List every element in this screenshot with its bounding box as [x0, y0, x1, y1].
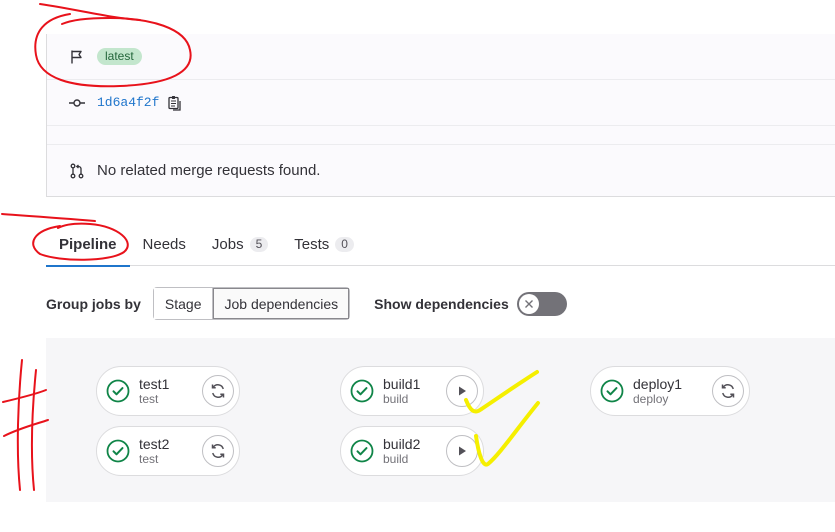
tab-needs[interactable]: Needs — [130, 222, 199, 266]
red-hash-mark — [2, 389, 47, 403]
job-test1[interactable]: test1 test — [96, 366, 240, 416]
retry-icon[interactable] — [202, 435, 234, 467]
play-icon[interactable] — [446, 435, 478, 467]
job-name: build1 — [383, 376, 421, 392]
job-stage: build — [383, 452, 409, 466]
play-icon[interactable] — [446, 375, 478, 407]
flag-icon — [69, 49, 85, 65]
tab-jobs-label: Jobs — [211, 235, 244, 253]
status-success-icon — [106, 379, 130, 403]
group-jobs-bar: Group jobs by Stage Job dependencies Sho… — [46, 287, 567, 320]
tab-jobs[interactable]: Jobs 5 — [199, 222, 281, 266]
job-test2[interactable]: test2 test — [96, 426, 240, 476]
job-name: deploy1 — [633, 376, 683, 392]
group-by-stage-button[interactable]: Stage — [153, 288, 213, 319]
job-name: test1 — [139, 376, 170, 392]
red-scribble-line — [1, 213, 96, 222]
red-scribble-line — [39, 3, 141, 21]
red-hash-mark — [16, 359, 23, 491]
job-name: build2 — [383, 436, 421, 452]
tests-count-badge: 0 — [335, 236, 354, 252]
status-success-icon — [600, 379, 624, 403]
job-build1[interactable]: build1 build — [340, 366, 484, 416]
tab-tests[interactable]: Tests 0 — [281, 222, 367, 266]
job-stage: test — [139, 392, 159, 406]
red-hash-mark — [3, 419, 49, 437]
pipeline-graph: test1 test test2 test build1 build build… — [46, 338, 835, 502]
tab-pipeline[interactable]: Pipeline — [46, 222, 130, 267]
merge-requests-text: No related merge requests found. — [97, 162, 321, 179]
merge-request-icon — [69, 163, 85, 179]
job-stage: test — [139, 452, 159, 466]
close-icon — [518, 293, 539, 314]
merge-requests-row: No related merge requests found. — [47, 144, 835, 196]
tag-row: latest — [47, 34, 835, 80]
job-text: build2 build — [383, 436, 446, 466]
pipeline-info-card: latest 1d6a4f2f No related merge request… — [46, 34, 835, 197]
job-text: test2 test — [139, 436, 202, 466]
copy-icon[interactable] — [167, 95, 183, 111]
status-success-icon — [350, 439, 374, 463]
pipeline-tabs: Pipeline Needs Jobs 5 Tests 0 — [46, 222, 835, 267]
job-text: build1 build — [383, 376, 446, 406]
job-build2[interactable]: build2 build — [340, 426, 484, 476]
job-stage: deploy — [633, 392, 669, 406]
tab-needs-label: Needs — [142, 235, 186, 253]
retry-icon[interactable] — [202, 375, 234, 407]
group-by-segmented-control: Stage Job dependencies — [152, 287, 351, 320]
commit-row: 1d6a4f2f — [47, 80, 835, 126]
job-text: deploy1 deploy — [633, 376, 712, 406]
status-success-icon — [350, 379, 374, 403]
retry-icon[interactable] — [712, 375, 744, 407]
red-hash-mark — [30, 369, 37, 491]
group-jobs-label: Group jobs by — [46, 295, 141, 312]
tab-tests-label: Tests — [294, 235, 330, 253]
show-dependencies-label: Show dependencies — [374, 295, 509, 312]
commit-sha-link[interactable]: 1d6a4f2f — [97, 95, 159, 110]
job-text: test1 test — [139, 376, 202, 406]
status-success-icon — [106, 439, 130, 463]
commit-icon — [69, 95, 85, 111]
job-deploy1[interactable]: deploy1 deploy — [590, 366, 750, 416]
jobs-count-badge: 5 — [249, 236, 269, 252]
job-stage: build — [383, 392, 409, 406]
tag-badge-latest[interactable]: latest — [97, 48, 142, 65]
tab-pipeline-label: Pipeline — [59, 235, 117, 253]
show-dependencies-toggle[interactable] — [516, 291, 567, 316]
group-by-job-dependencies-button[interactable]: Job dependencies — [212, 288, 350, 319]
job-name: test2 — [139, 436, 170, 452]
